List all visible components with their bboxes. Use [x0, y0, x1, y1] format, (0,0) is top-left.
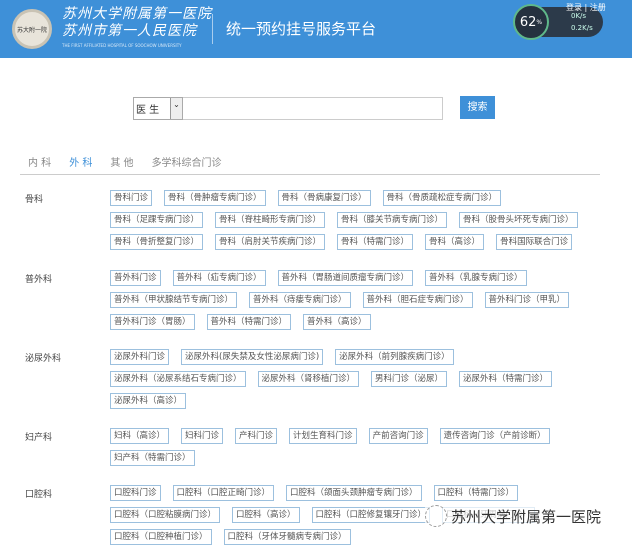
platform-title: 统一预约挂号服务平台: [226, 20, 377, 38]
clinic-button[interactable]: 泌尿外科（特需门诊）: [459, 371, 553, 387]
clinic-button[interactable]: 骨科（高诊）: [425, 234, 485, 250]
category-label: 口腔科: [25, 490, 53, 500]
clinic-button[interactable]: 骨科（骨病康复门诊）: [277, 190, 371, 206]
clinic-button[interactable]: 口腔科（口腔粘膜病门诊）: [110, 507, 221, 523]
wechat-icon: [425, 505, 447, 527]
clinic-button[interactable]: 泌尿外科（肾移植门诊）: [257, 371, 360, 387]
hospital-name-2: 苏州市第一人民医院: [62, 23, 197, 39]
chevron-down-icon[interactable]: ⌄: [170, 98, 182, 119]
hospital-name: 苏州大学附属第一医院 苏州市第一人民医院 THE FIRST AFFILIATE…: [62, 6, 212, 48]
clinic-list: 泌尿外科门诊 泌尿外科(尿失禁及女性泌尿病门诊) 泌尿外科（前列腺疾病门诊） 泌尿外科…: [110, 349, 590, 409]
search-type-select[interactable]: 医 生 ⌄: [133, 97, 183, 120]
clinic-button[interactable]: 妇科（高诊）: [110, 428, 170, 444]
clinic-button[interactable]: 妇科门诊: [181, 428, 224, 444]
watermark-text: 苏州大学附属第一医院: [451, 507, 602, 526]
login-link[interactable]: 登录: [566, 3, 582, 12]
clinic-button[interactable]: 普外科（乳腺专病门诊）: [425, 270, 527, 286]
category-label: 普外科: [25, 275, 53, 285]
clinic-button[interactable]: 口腔科门诊: [110, 485, 161, 501]
clinic-button[interactable]: 普外科（疝专病门诊）: [172, 270, 266, 286]
header: 苏大附一院 苏州大学附属第一医院 苏州市第一人民医院 THE FIRST AFF…: [0, 0, 632, 58]
register-link[interactable]: 注册: [590, 3, 606, 12]
search-input[interactable]: [183, 97, 443, 120]
search-button[interactable]: 搜索: [460, 96, 495, 119]
gauge-unit: %: [536, 18, 543, 26]
clinic-button[interactable]: 骨科（足踝专病门诊）: [110, 212, 204, 228]
clinic-button[interactable]: 普外科（胆石症专病门诊）: [362, 292, 473, 308]
clinic-button[interactable]: 骨科（股骨头坏死专病门诊）: [459, 212, 578, 228]
tab-surgery[interactable]: 外 科: [69, 154, 92, 169]
upload-speed: 0K/s: [571, 12, 587, 20]
hospital-logo: 苏大附一院: [12, 9, 52, 49]
cpu-gauge: 62%: [513, 4, 549, 40]
header-divider: [212, 14, 213, 44]
clinic-button[interactable]: 骨科（特需门诊）: [337, 234, 414, 250]
clinic-button[interactable]: 泌尿外科门诊: [110, 349, 170, 365]
tab-multidisciplinary[interactable]: 多学科综合门诊: [152, 154, 222, 169]
clinic-list: 妇科（高诊） 妇科门诊 产科门诊 计划生育科门诊 产前咨询门诊 遗传咨询门诊（产前诊断） 妇…: [110, 428, 590, 466]
clinic-button[interactable]: 计划生育科门诊: [289, 428, 357, 444]
clinic-button[interactable]: 产科门诊: [235, 428, 278, 444]
tab-internal[interactable]: 内 科: [28, 154, 51, 169]
clinic-button[interactable]: 遗传咨询门诊（产前诊断）: [439, 428, 550, 444]
clinic-button[interactable]: 普外科（高诊）: [303, 314, 371, 330]
tab-other[interactable]: 其 他: [110, 154, 133, 169]
clinic-button[interactable]: 泌尿外科（前列腺疾病门诊）: [335, 349, 454, 365]
clinic-button[interactable]: 普外科门诊（甲乳）: [484, 292, 570, 308]
clinic-button[interactable]: 产前咨询门诊: [368, 428, 428, 444]
category-label: 骨科: [25, 195, 44, 205]
clinic-button[interactable]: 普外科（痔瘘专病门诊）: [249, 292, 351, 308]
clinic-button[interactable]: 骨科（肩肘关节疾病门诊）: [215, 234, 326, 250]
clinic-list: 骨科门诊 骨科（骨肿瘤专病门诊） 骨科（骨病康复门诊） 骨科（骨质疏松症专病门诊） 骨科…: [110, 190, 590, 250]
select-value: 医 生: [136, 105, 160, 116]
clinic-button[interactable]: 口腔科（口腔修复镶牙门诊）: [311, 507, 431, 523]
clinic-button[interactable]: 普外科（甲状腺结节专病门诊）: [110, 292, 238, 308]
clinic-button[interactable]: 普外科门诊: [110, 270, 161, 286]
clinic-button[interactable]: 骨科（膝关节病专病门诊）: [337, 212, 448, 228]
logo-text: 苏大附一院: [16, 26, 47, 34]
clinic-button[interactable]: 骨科（骨折整复门诊）: [110, 234, 204, 250]
clinic-button[interactable]: 骨科（骨肿瘤专病门诊）: [164, 190, 266, 206]
clinic-button[interactable]: 泌尿外科(尿失禁及女性泌尿病门诊): [181, 349, 324, 365]
search-bar: 医 生 ⌄: [133, 97, 443, 120]
department-tabs: 内 科 外 科 其 他 多学科综合门诊: [28, 154, 222, 169]
clinic-button[interactable]: 骨科（骨质疏松症专病门诊）: [382, 190, 502, 206]
hospital-name-en: THE FIRST AFFILIATED HOSPITAL OF SOOCHOW…: [62, 43, 182, 48]
category-label: 妇产科: [25, 433, 53, 443]
clinic-button[interactable]: 骨科门诊: [110, 190, 153, 206]
tab-divider: [20, 174, 600, 175]
clinic-button[interactable]: 妇产科（特需门诊）: [110, 450, 195, 466]
download-speed: 0.2K/s: [571, 24, 593, 32]
clinic-button[interactable]: 口腔科（高诊）: [232, 507, 300, 523]
clinic-button[interactable]: 口腔科（牙体牙髓病专病门诊）: [223, 529, 351, 545]
clinic-button[interactable]: 口腔科（特需门诊）: [433, 485, 519, 501]
watermark: 苏州大学附属第一医院: [425, 505, 602, 527]
clinic-button[interactable]: 普外科门诊（胃肠）: [110, 314, 195, 330]
clinic-button[interactable]: 口腔科（口腔正畸门诊）: [172, 485, 275, 501]
clinic-button[interactable]: 普外科（胃肠道间质瘤专病门诊）: [277, 270, 414, 286]
clinic-button[interactable]: 泌尿外科（高诊）: [110, 393, 187, 409]
clinic-button[interactable]: 泌尿外科（泌尿系结石专病门诊）: [110, 371, 246, 387]
gauge-percent: 62: [519, 14, 537, 30]
clinic-list: 普外科门诊 普外科（疝专病门诊） 普外科（胃肠道间质瘤专病门诊） 普外科（乳腺专病门诊…: [110, 270, 590, 330]
clinic-button[interactable]: 普外科（特需门诊）: [206, 314, 292, 330]
clinic-button[interactable]: 骨科国际联合门诊: [496, 234, 573, 250]
clinic-button[interactable]: 骨科（脊柱畸形专病门诊）: [215, 212, 326, 228]
clinic-button[interactable]: 口腔科（颌面头颈肿瘤专病门诊）: [286, 485, 422, 501]
clinic-button[interactable]: 男科门诊（泌尿）: [371, 371, 448, 387]
category-label: 泌尿外科: [25, 354, 62, 364]
clinic-button[interactable]: 口腔科（口腔种植门诊）: [110, 529, 212, 545]
hospital-name-1: 苏州大学附属第一医院: [62, 6, 212, 22]
auth-links: 登录 | 注册: [566, 3, 606, 12]
